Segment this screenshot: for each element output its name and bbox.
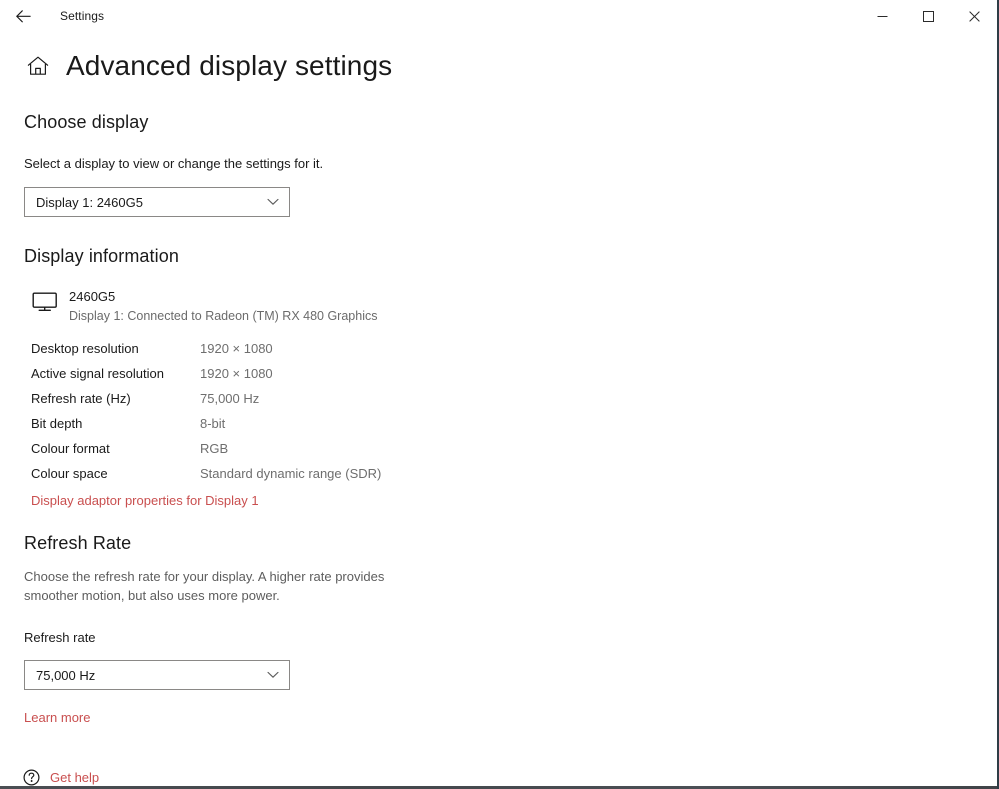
display-adaptor-properties-link[interactable]: Display adaptor properties for Display 1	[31, 493, 259, 508]
display-information-table: Desktop resolution 1920 × 1080 Active si…	[0, 336, 997, 486]
info-value: Standard dynamic range (SDR)	[200, 466, 382, 481]
refresh-rate-select-value: 75,000 Hz	[36, 667, 96, 683]
title-bar: Settings	[0, 0, 997, 32]
display-device: 2460G5 Display 1: Connected to Radeon (T…	[0, 288, 997, 325]
info-label: Desktop resolution	[31, 341, 139, 356]
back-arrow-icon	[15, 9, 31, 23]
learn-more-row: Learn more	[0, 709, 997, 727]
table-row: Active signal resolution 1920 × 1080	[31, 361, 997, 386]
info-label: Colour space	[31, 466, 108, 481]
display-information-heading: Display information	[24, 246, 179, 266]
display-device-text: 2460G5 Display 1: Connected to Radeon (T…	[69, 288, 377, 325]
question-mark-circle-icon	[21, 767, 41, 787]
back-button[interactable]	[0, 0, 46, 32]
display-device-connection: Display 1: Connected to Radeon (TM) RX 4…	[69, 309, 378, 323]
info-value: 75,000 Hz	[200, 391, 260, 406]
page-header: Advanced display settings	[0, 49, 997, 83]
page-title: Advanced display settings	[66, 50, 393, 81]
info-label: Colour format	[31, 441, 110, 456]
display-select-value: Display 1: 2460G5	[36, 194, 143, 210]
get-help-link[interactable]: Get help	[50, 770, 99, 785]
settings-content: Advanced display settings Choose display…	[0, 49, 997, 727]
settings-window: Settings Advanced display settings Choos…	[0, 0, 999, 789]
table-row: Bit depth 8-bit	[31, 411, 997, 436]
minimize-button[interactable]	[859, 0, 905, 32]
close-icon	[968, 10, 980, 22]
info-label: Active signal resolution	[31, 366, 164, 381]
caption-button-group	[859, 0, 997, 32]
info-value: RGB	[200, 441, 229, 456]
maximize-button[interactable]	[905, 0, 951, 32]
choose-display-heading: Choose display	[24, 112, 149, 132]
display-adaptor-properties-row: Display adaptor properties for Display 1	[0, 492, 997, 510]
refresh-rate-description: Choose the refresh rate for your display…	[24, 569, 385, 603]
monitor-icon	[31, 288, 59, 319]
maximize-icon	[922, 10, 934, 22]
home-icon[interactable]	[24, 52, 52, 80]
table-row: Desktop resolution 1920 × 1080	[31, 336, 997, 361]
minimize-icon	[877, 11, 888, 22]
info-value: 1920 × 1080	[200, 341, 273, 356]
get-help-row[interactable]: Get help	[0, 767, 99, 787]
display-select[interactable]: Display 1: 2460G5	[24, 187, 290, 217]
chevron-down-icon	[266, 668, 280, 682]
info-value: 1920 × 1080	[200, 366, 273, 381]
display-device-name: 2460G5	[69, 289, 116, 304]
refresh-rate-field-label: Refresh rate	[24, 630, 96, 645]
info-label: Bit depth	[31, 416, 83, 431]
table-row: Colour format RGB	[31, 436, 997, 461]
info-label: Refresh rate (Hz)	[31, 391, 131, 406]
app-title: Settings	[60, 9, 105, 23]
info-value: 8-bit	[200, 416, 226, 431]
close-button[interactable]	[951, 0, 997, 32]
learn-more-link[interactable]: Learn more	[24, 710, 90, 725]
table-row: Refresh rate (Hz) 75,000 Hz	[31, 386, 997, 411]
chevron-down-icon	[266, 195, 280, 209]
refresh-rate-heading: Refresh Rate	[24, 533, 132, 553]
table-row: Colour space Standard dynamic range (SDR…	[31, 461, 997, 486]
refresh-rate-select[interactable]: 75,000 Hz	[24, 660, 290, 690]
choose-display-description: Select a display to view or change the s…	[24, 156, 324, 171]
